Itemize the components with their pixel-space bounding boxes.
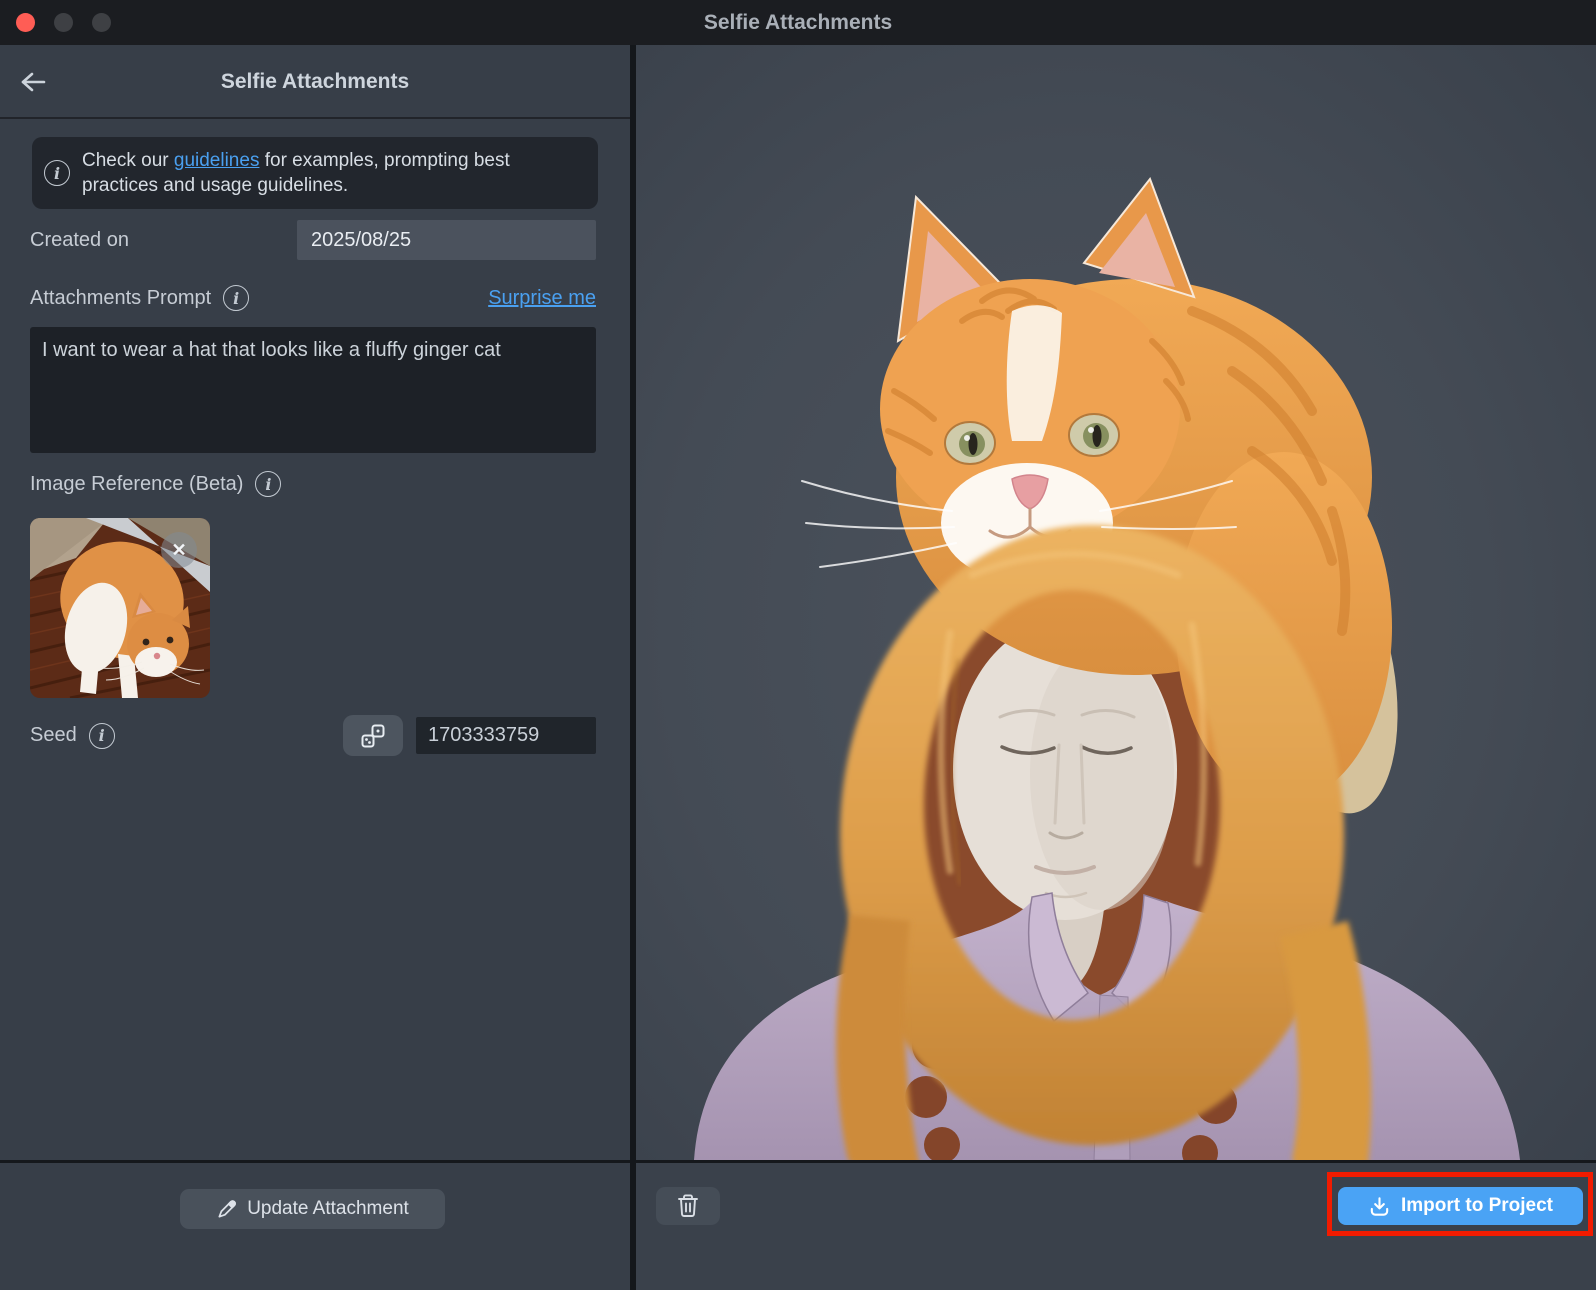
guidelines-link[interactable]: guidelines — [174, 150, 260, 171]
pencil-icon — [216, 1199, 237, 1220]
sidebar-header: Selfie Attachments — [0, 45, 630, 119]
image-reference-label: Image Reference (Beta) — [30, 473, 243, 496]
app-window: Selfie Attachments Selfie Attachments i … — [0, 0, 1596, 1290]
info-icon[interactable]: i — [255, 471, 281, 497]
sidebar: Selfie Attachments i Check our guideline… — [0, 45, 630, 1290]
seed-field[interactable] — [416, 717, 596, 754]
created-on-field[interactable] — [297, 220, 596, 260]
surprise-me-link[interactable]: Surprise me — [488, 287, 596, 310]
update-attachment-button[interactable]: Update Attachment — [180, 1189, 445, 1229]
seed-label: Seed — [30, 724, 77, 747]
download-icon — [1368, 1195, 1391, 1218]
delete-button[interactable] — [656, 1187, 720, 1225]
sidebar-bottom-bar: Update Attachment — [0, 1160, 630, 1290]
x-icon: ✕ — [171, 540, 186, 561]
guidelines-banner: i Check our guidelines for examples, pro… — [32, 137, 598, 209]
attachments-prompt-row: Attachments Prompt i Surprise me — [30, 283, 596, 313]
import-to-project-button[interactable]: Import to Project — [1338, 1187, 1583, 1225]
image-reference-row: Image Reference (Beta) i — [30, 470, 596, 498]
info-icon[interactable]: i — [223, 285, 249, 311]
info-icon: i — [44, 160, 70, 186]
preview-panel — [636, 45, 1596, 1160]
info-icon[interactable]: i — [89, 723, 115, 749]
update-attachment-label: Update Attachment — [247, 1198, 409, 1220]
window-title: Selfie Attachments — [0, 0, 1596, 45]
attachments-prompt-label: Attachments Prompt — [30, 287, 211, 310]
remove-reference-button[interactable]: ✕ — [161, 532, 197, 568]
dice-icon — [360, 723, 386, 749]
page-title: Selfie Attachments — [0, 45, 630, 117]
trash-icon — [676, 1193, 700, 1219]
randomize-seed-button[interactable] — [343, 715, 403, 756]
prompt-textarea[interactable]: I want to wear a hat that looks like a f… — [30, 327, 596, 453]
created-on-row: Created on — [30, 220, 596, 260]
generated-preview-image — [636, 45, 1596, 1160]
titlebar: Selfie Attachments — [0, 0, 1596, 45]
import-to-project-label: Import to Project — [1401, 1195, 1553, 1217]
preview-bottom-bar: Import to Project — [636, 1160, 1596, 1290]
created-on-label: Created on — [30, 229, 129, 252]
seed-row: Seed i — [30, 715, 596, 756]
guidelines-banner-text: Check our guidelines for examples, promp… — [82, 148, 584, 198]
